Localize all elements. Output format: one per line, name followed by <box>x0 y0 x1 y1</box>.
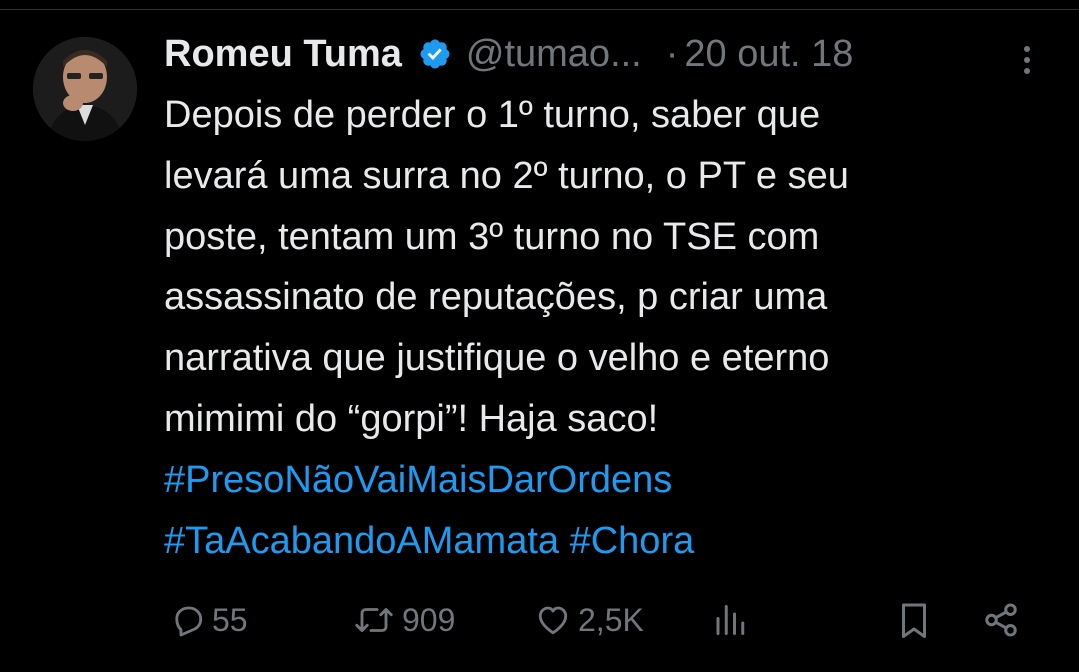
header-separator: · <box>665 32 679 75</box>
tweet-text-line: assassinato de reputações, p criar uma <box>164 276 828 319</box>
retweet-count: 909 <box>402 601 456 638</box>
tweet-text-line: levará uma surra no 2º turno, o PT e seu <box>164 154 849 197</box>
tweet-text-line: narrativa que justifique o velho e etern… <box>164 337 830 380</box>
reply-button[interactable]: 55 <box>170 592 248 648</box>
retweet-button[interactable]: 909 <box>352 592 455 648</box>
author-handle[interactable]: @tumao... <box>466 33 642 76</box>
tweet-date[interactable]: 20 out. 18 <box>684 33 853 76</box>
share-button[interactable] <box>982 592 1020 648</box>
hashtag-link[interactable]: #Chora <box>570 520 695 562</box>
tweet-text-line: poste, tentam um 3º turno no TSE com <box>164 215 820 258</box>
more-vertical-icon[interactable] <box>1015 40 1039 80</box>
tweet-header: Romeu Tuma @tumao... · 20 out. 18 <box>164 28 1064 80</box>
author-name[interactable]: Romeu Tuma <box>164 33 402 76</box>
views-button[interactable] <box>712 592 748 648</box>
verified-badge-icon <box>418 37 452 71</box>
bookmark-icon <box>896 600 932 640</box>
avatar[interactable] <box>33 37 137 141</box>
tweet-text: Depois de perder o 1º turno, saber que l… <box>164 85 1044 571</box>
share-icon <box>982 601 1020 639</box>
bookmark-button[interactable] <box>896 592 932 648</box>
hashtag-link[interactable]: #TaAcabandoAMamata <box>164 520 559 562</box>
reply-icon <box>170 602 206 638</box>
tweet-actions-bar: 55 909 2,5K <box>164 592 1044 648</box>
heart-icon <box>534 602 572 638</box>
hashtag-line: #PresoNãoVaiMaisDarOrdens <box>164 450 1044 511</box>
views-icon <box>712 602 748 638</box>
reply-count: 55 <box>212 601 248 638</box>
top-divider <box>0 9 1079 10</box>
retweet-icon <box>352 602 396 638</box>
hashtag-link[interactable]: #PresoNãoVaiMaisDarOrdens <box>164 459 672 501</box>
hashtag-line: #TaAcabandoAMamata #Chora <box>164 511 1044 572</box>
tweet-text-line: Depois de perder o 1º turno, saber que <box>164 94 821 136</box>
tweet-text-line: mimimi do “gorpi”! Haja saco! <box>164 397 659 440</box>
like-count: 2,5K <box>578 601 644 638</box>
like-button[interactable]: 2,5K <box>534 592 644 648</box>
